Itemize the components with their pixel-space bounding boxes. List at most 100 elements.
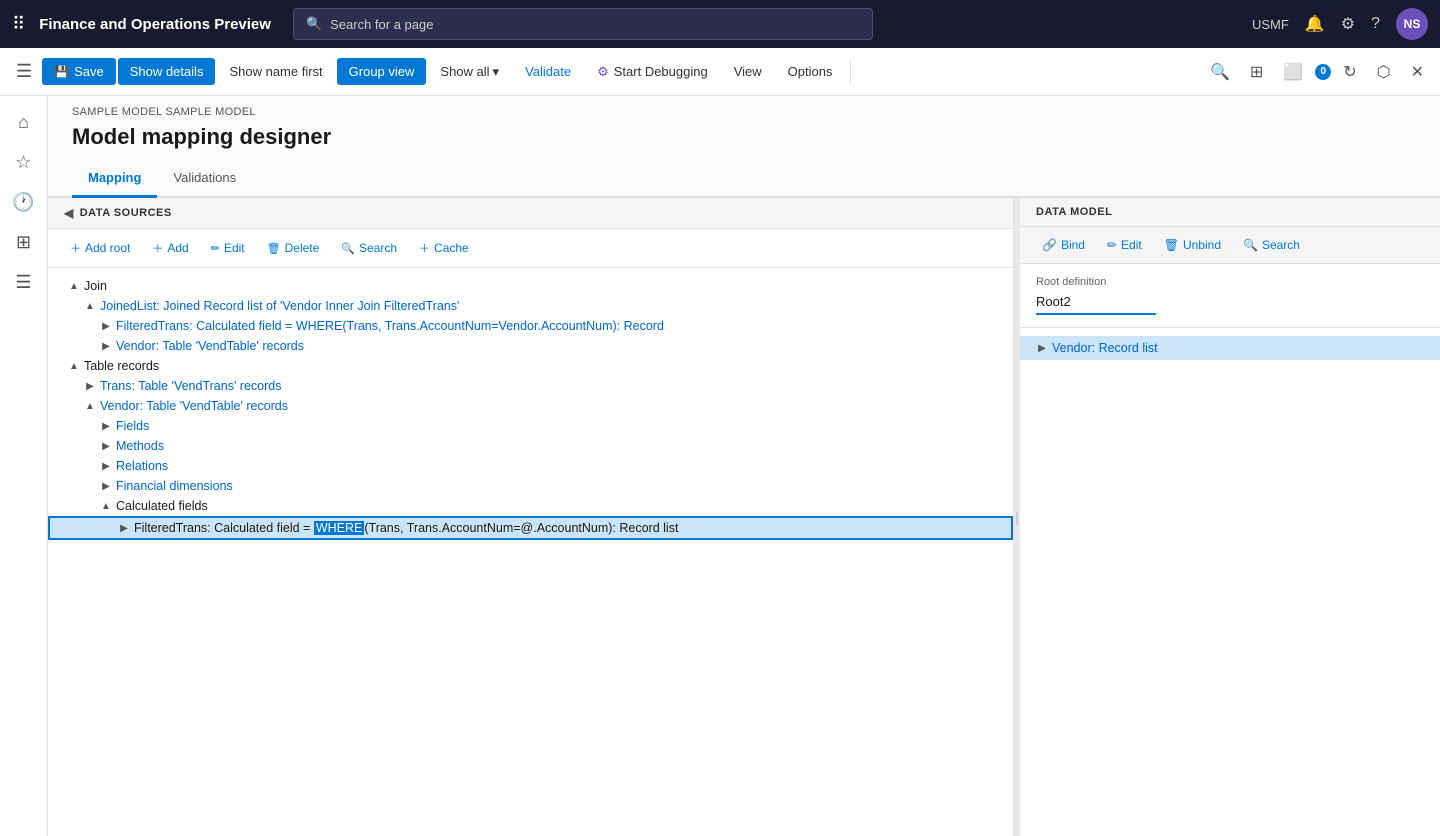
search-toggle-button[interactable]: 🔍 xyxy=(1202,56,1238,88)
resizer[interactable] xyxy=(1014,198,1020,836)
options-button[interactable]: Options xyxy=(776,58,845,85)
expand-icon: ▲ xyxy=(64,281,84,292)
app-title: Finance and Operations Preview xyxy=(39,16,271,33)
tab-validations[interactable]: Validations xyxy=(157,162,252,198)
help-icon[interactable]: ? xyxy=(1371,15,1380,33)
expand-icon: ▲ xyxy=(80,401,100,412)
item-label: Fields xyxy=(116,419,149,433)
expand-icon: ▲ xyxy=(80,301,100,312)
bind-button[interactable]: 🔗 Bind xyxy=(1032,233,1095,257)
tree-item[interactable]: ▲ Vendor: Table 'VendTable' records xyxy=(48,396,1013,416)
item-label: Table records xyxy=(84,359,159,373)
close-button[interactable]: ✕ xyxy=(1403,56,1432,88)
view-button[interactable]: View xyxy=(722,58,774,85)
tree-item-selected[interactable]: ▶ FilteredTrans: Calculated field = WHER… xyxy=(48,516,1013,540)
company-label: USMF xyxy=(1252,17,1289,32)
item-label: Trans: Table 'VendTrans' records xyxy=(100,379,281,393)
global-search-bar[interactable]: 🔍 Search for a page xyxy=(293,8,873,40)
group-view-button[interactable]: Group view xyxy=(337,58,427,85)
tree-item[interactable]: ▲ Table records xyxy=(48,356,1013,376)
search-icon: 🔍 xyxy=(341,242,355,255)
edit-icon: ✏ xyxy=(1107,238,1117,252)
search-icon: 🔍 xyxy=(1243,238,1258,252)
expand-icon: ▶ xyxy=(1032,343,1052,354)
show-all-button[interactable]: Show all ▾ xyxy=(428,58,511,86)
main-layout: ⌂ ☆ 🕐 ⊞ ☰ SAMPLE MODEL SAMPLE MODEL Mode… xyxy=(0,96,1440,836)
hamburger-icon[interactable]: ☰ xyxy=(8,53,40,90)
expand-icon: ▶ xyxy=(114,523,134,534)
validate-button[interactable]: Validate xyxy=(513,58,583,85)
expand-icon: ▶ xyxy=(80,381,100,392)
dm-search-button[interactable]: 🔍 Search xyxy=(1233,233,1310,257)
notification-badge[interactable]: 0 xyxy=(1315,64,1331,80)
show-name-first-button[interactable]: Show name first xyxy=(217,58,334,85)
tree-item[interactable]: ▲ Calculated fields xyxy=(48,496,1013,516)
mapping-container: ◀ DATA SOURCES ＋ Add root ＋ Add ✏ Edit xyxy=(48,198,1440,836)
collapse-icon[interactable]: ◀ xyxy=(64,206,74,220)
root-definition: Root definition Root2 xyxy=(1020,264,1440,328)
search-button[interactable]: 🔍 Search xyxy=(331,236,407,260)
sidebar-item-workspaces[interactable]: ⊞ xyxy=(6,224,42,260)
expand-icon-button[interactable]: ⬜ xyxy=(1275,56,1311,88)
expand-icon: ▶ xyxy=(96,341,116,352)
refresh-button[interactable]: ↻ xyxy=(1335,56,1364,88)
save-icon: 💾 xyxy=(54,65,69,79)
tree-item[interactable]: ▶ Trans: Table 'VendTrans' records xyxy=(48,376,1013,396)
start-debugging-button[interactable]: ⚙ Start Debugging xyxy=(585,58,720,86)
content-area: SAMPLE MODEL SAMPLE MODEL Model mapping … xyxy=(48,96,1440,836)
unbind-button[interactable]: 🗑 Unbind xyxy=(1154,233,1231,257)
dm-item-label: Vendor: Record list xyxy=(1052,341,1158,355)
open-new-button[interactable]: ⬡ xyxy=(1369,56,1399,88)
cache-icon: ＋ xyxy=(419,240,430,256)
trash-icon: 🗑 xyxy=(267,242,281,255)
edit-button[interactable]: ✏ Edit xyxy=(201,236,255,260)
settings-icon[interactable]: ⚙ xyxy=(1341,14,1355,34)
dm-edit-button[interactable]: ✏ Edit xyxy=(1097,233,1152,257)
bell-icon[interactable]: 🔔 xyxy=(1305,14,1325,34)
avatar[interactable]: NS xyxy=(1396,8,1428,40)
tab-mapping[interactable]: Mapping xyxy=(72,162,157,198)
add-icon: ＋ xyxy=(152,240,163,256)
item-label: Financial dimensions xyxy=(116,479,233,493)
sidebar-item-recent[interactable]: 🕐 xyxy=(6,184,42,220)
highlight-where: WHERE xyxy=(314,521,365,535)
page-title: Model mapping designer xyxy=(48,120,1440,162)
add-button[interactable]: ＋ Add xyxy=(142,235,198,261)
tree-item[interactable]: ▲ JoinedList: Joined Record list of 'Ven… xyxy=(48,296,1013,316)
data-model-panel: DATA MODEL 🔗 Bind ✏ Edit 🗑 Unbind xyxy=(1020,198,1440,836)
tree-item[interactable]: ▶ Methods xyxy=(48,436,1013,456)
item-label: Vendor: Table 'VendTable' records xyxy=(116,339,304,353)
tree-item[interactable]: ▶ Fields xyxy=(48,416,1013,436)
sidebar-item-favorites[interactable]: ☆ xyxy=(6,144,42,180)
expand-icon: ▲ xyxy=(96,501,116,512)
sidebar-item-list[interactable]: ☰ xyxy=(6,264,42,300)
item-label: Relations xyxy=(116,459,168,473)
search-placeholder: Search for a page xyxy=(330,17,433,32)
data-sources-title: DATA SOURCES xyxy=(80,207,172,219)
tab-bar: Mapping Validations xyxy=(48,162,1440,198)
item-label: Methods xyxy=(116,439,164,453)
expand-icon: ▶ xyxy=(96,481,116,492)
add-root-button[interactable]: ＋ Add root xyxy=(60,235,140,261)
apps-icon[interactable]: ⠿ xyxy=(12,14,25,35)
tree-item[interactable]: ▶ Vendor: Table 'VendTable' records xyxy=(48,336,1013,356)
grid-icon-button[interactable]: ⊞ xyxy=(1242,56,1271,88)
data-model-tree: ▶ Vendor: Record list xyxy=(1020,328,1440,836)
delete-button[interactable]: 🗑 Delete xyxy=(257,236,330,260)
dm-tree-item-vendor[interactable]: ▶ Vendor: Record list xyxy=(1020,336,1440,360)
show-details-button[interactable]: Show details xyxy=(118,58,216,85)
item-label: FilteredTrans: Calculated field = WHERE(… xyxy=(116,319,664,333)
tree-item[interactable]: ▲ Join xyxy=(48,276,1013,296)
item-label: Calculated fields xyxy=(116,499,208,513)
sidebar-item-home[interactable]: ⌂ xyxy=(6,104,42,140)
data-sources-tree: ▲ Join ▲ JoinedList: Joined Record list … xyxy=(48,268,1013,836)
nav-right: USMF 🔔 ⚙ ? NS xyxy=(1252,8,1428,40)
tree-item[interactable]: ▶ Financial dimensions xyxy=(48,476,1013,496)
data-sources-panel: ◀ DATA SOURCES ＋ Add root ＋ Add ✏ Edit xyxy=(48,198,1014,836)
tree-item[interactable]: ▶ Relations xyxy=(48,456,1013,476)
item-label: FilteredTrans: Calculated field = WHERE(… xyxy=(134,521,678,535)
save-button[interactable]: 💾 Save xyxy=(42,58,116,85)
cache-button[interactable]: ＋ Cache xyxy=(409,235,479,261)
tree-item[interactable]: ▶ FilteredTrans: Calculated field = WHER… xyxy=(48,316,1013,336)
data-model-title: DATA MODEL xyxy=(1036,206,1112,218)
